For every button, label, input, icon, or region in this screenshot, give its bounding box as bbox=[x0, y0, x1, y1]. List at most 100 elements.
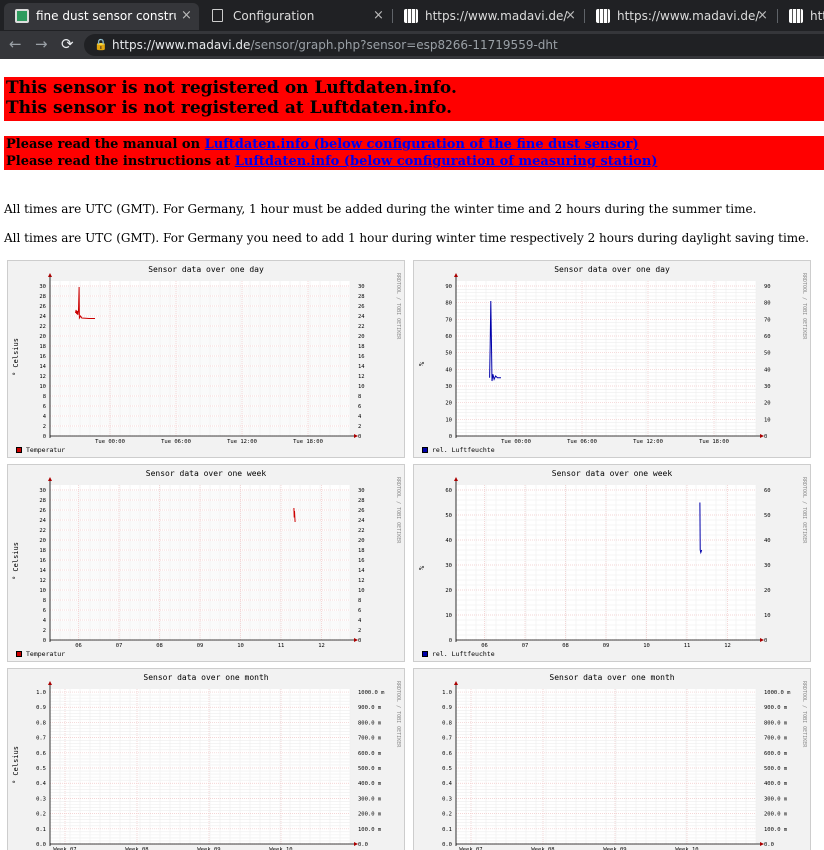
y-tick-label-right: 50 bbox=[764, 351, 771, 357]
x-tick-label: Tue 00:00 bbox=[501, 439, 531, 445]
y-tick-label-right: 18 bbox=[358, 548, 365, 554]
back-arrow-icon[interactable]: ← bbox=[9, 35, 22, 53]
madavi-favicon-icon bbox=[789, 9, 803, 23]
y-axis-arrow bbox=[48, 681, 52, 685]
tab-madavi-1[interactable]: https://www.madavi.de/se × bbox=[393, 3, 583, 30]
y-tick-label: 18 bbox=[39, 344, 46, 350]
y-tick-label: 50 bbox=[445, 513, 452, 519]
x-tick-label: Tue 12:00 bbox=[227, 439, 257, 445]
y-tick-label-right: 0 bbox=[764, 638, 767, 644]
x-tick-label: 06 bbox=[481, 643, 488, 649]
graph-canvas: 0 0 10 10 20 20 30 30 40 40 50 50 60 60 06 07 08 09 10 11 12 bbox=[445, 477, 771, 649]
not-registered-line-de: This sensor is not registered on Luftdat… bbox=[6, 78, 457, 98]
x-tick-label: 11 bbox=[684, 643, 691, 649]
y-axis-label: % bbox=[418, 361, 426, 366]
y-tick-label-right: 8 bbox=[358, 598, 361, 604]
legend-label: rel. Luftfeuchte bbox=[432, 650, 495, 658]
y-tick-label: 2 bbox=[43, 628, 46, 634]
instructions-link[interactable]: Luftdaten.info (below configuration of m… bbox=[235, 154, 658, 169]
y-tick-label: 0.7 bbox=[36, 736, 46, 742]
x-tick-label: Tue 06:00 bbox=[567, 439, 597, 445]
legend-swatch bbox=[16, 651, 22, 657]
y-tick-label-right: 200.0 m bbox=[358, 812, 382, 818]
rrdtool-watermark: RRDTOOL / TOBI OETIKER bbox=[395, 681, 401, 748]
y-tick-label: 40 bbox=[445, 538, 452, 544]
y-axis-arrow bbox=[48, 273, 52, 277]
y-tick-label: 28 bbox=[39, 294, 46, 300]
y-tick-label-right: 28 bbox=[358, 498, 365, 504]
close-tab-icon[interactable]: × bbox=[181, 8, 192, 23]
y-axis-arrow bbox=[48, 477, 52, 481]
y-tick-label-right: 26 bbox=[358, 508, 365, 514]
y-tick-label-right: 80 bbox=[764, 301, 771, 307]
y-tick-label-right: 90 bbox=[764, 284, 771, 290]
not-registered-line-en: This sensor is not registered at Luftdat… bbox=[6, 98, 453, 118]
tab-title: https://www.madavi.de/se bbox=[617, 9, 759, 23]
reload-icon[interactable]: ⟳ bbox=[61, 35, 74, 53]
close-tab-icon[interactable]: × bbox=[757, 8, 768, 23]
graph-month-humidity: Sensor data over one month 0.0 0.0 0.1 100.0… bbox=[413, 668, 811, 850]
rrdtool-watermark: RRDTOOL / TOBI OETIKER bbox=[801, 477, 807, 544]
y-tick-label-right: 14 bbox=[358, 568, 365, 574]
tab-fine-dust-sensor[interactable]: fine dust sensor constructi × bbox=[4, 3, 199, 30]
y-tick-label-right: 40 bbox=[764, 367, 771, 373]
instructions-prefix: Please read the instructions at bbox=[6, 154, 235, 169]
tab-configuration[interactable]: Configuration × bbox=[201, 3, 391, 30]
y-tick-label: 30 bbox=[39, 488, 46, 494]
y-tick-label: 0.4 bbox=[442, 781, 453, 787]
x-tick-label: Tue 18:00 bbox=[293, 439, 323, 445]
graph-canvas: 0 0 10 10 20 20 30 30 40 40 50 50 60 60 70 70 80 80 90 90 Tu… bbox=[445, 273, 771, 445]
y-tick-label-right: 70 bbox=[764, 317, 771, 323]
tab-madavi-2[interactable]: https://www.madavi.de/se × bbox=[585, 3, 775, 30]
y-axis-arrow bbox=[454, 477, 458, 481]
y-tick-label: 0.8 bbox=[36, 720, 46, 726]
y-tick-label-right: 400.0 m bbox=[764, 781, 788, 787]
x-tick-label: 09 bbox=[197, 643, 204, 649]
x-tick-label: 08 bbox=[562, 643, 569, 649]
y-tick-label: 22 bbox=[39, 528, 46, 534]
madavi-favicon-icon bbox=[596, 9, 610, 23]
graph-legend: Temperatur bbox=[16, 446, 65, 454]
y-tick-label-right: 700.0 m bbox=[358, 736, 382, 742]
x-tick-label: 07 bbox=[522, 643, 529, 649]
close-tab-icon[interactable]: × bbox=[565, 8, 576, 23]
y-tick-label: 18 bbox=[39, 548, 46, 554]
y-tick-label: 0.7 bbox=[442, 736, 452, 742]
y-tick-label-right: 4 bbox=[358, 414, 362, 420]
rrdtool-watermark: RRDTOOL / TOBI OETIKER bbox=[801, 273, 807, 340]
x-tick-label: 09 bbox=[603, 643, 610, 649]
y-tick-label-right: 0 bbox=[764, 434, 767, 440]
manual-link[interactable]: Luftdaten.info (below configuration of t… bbox=[205, 137, 639, 152]
y-tick-label: 16 bbox=[39, 354, 46, 360]
y-axis-label: ° Celsius bbox=[12, 746, 20, 784]
manual-banner: Please read the manual on Luftdaten.info… bbox=[4, 136, 824, 170]
close-tab-icon[interactable]: × bbox=[373, 8, 384, 23]
y-tick-label-right: 800.0 m bbox=[764, 720, 788, 726]
y-tick-label: 12 bbox=[39, 578, 46, 584]
y-tick-label-right: 0 bbox=[358, 638, 361, 644]
y-tick-label: 20 bbox=[445, 588, 452, 594]
y-tick-label: 14 bbox=[39, 568, 46, 574]
y-tick-label-right: 6 bbox=[358, 404, 361, 410]
y-tick-label-right: 20 bbox=[358, 538, 365, 544]
y-tick-label-right: 50 bbox=[764, 513, 771, 519]
y-tick-label: 8 bbox=[43, 394, 46, 400]
address-bar[interactable]: 🔒 https://www.madavi.de/sensor/graph.php… bbox=[84, 34, 824, 56]
utc-note-1: All times are UTC (GMT). For Germany, 1 … bbox=[4, 202, 757, 216]
legend-label: rel. Luftfeuchte bbox=[432, 446, 495, 454]
y-tick-label: 24 bbox=[39, 314, 46, 320]
y-tick-label-right: 10 bbox=[358, 384, 365, 390]
graph-legend: Temperatur bbox=[16, 650, 65, 658]
tab-partial[interactable]: http bbox=[778, 3, 824, 30]
x-tick-label: Tue 00:00 bbox=[95, 439, 125, 445]
y-tick-label: 0.6 bbox=[36, 751, 46, 757]
y-tick-label-right: 14 bbox=[358, 364, 365, 370]
forward-arrow-icon[interactable]: → bbox=[35, 35, 48, 53]
y-tick-label-right: 200.0 m bbox=[764, 812, 788, 818]
y-tick-label-right: 30 bbox=[764, 563, 771, 569]
y-tick-label: 22 bbox=[39, 324, 46, 330]
y-tick-label: 0.9 bbox=[442, 705, 452, 711]
document-favicon-icon bbox=[212, 9, 223, 22]
legend-swatch bbox=[422, 651, 428, 657]
x-tick-label: 06 bbox=[75, 643, 82, 649]
